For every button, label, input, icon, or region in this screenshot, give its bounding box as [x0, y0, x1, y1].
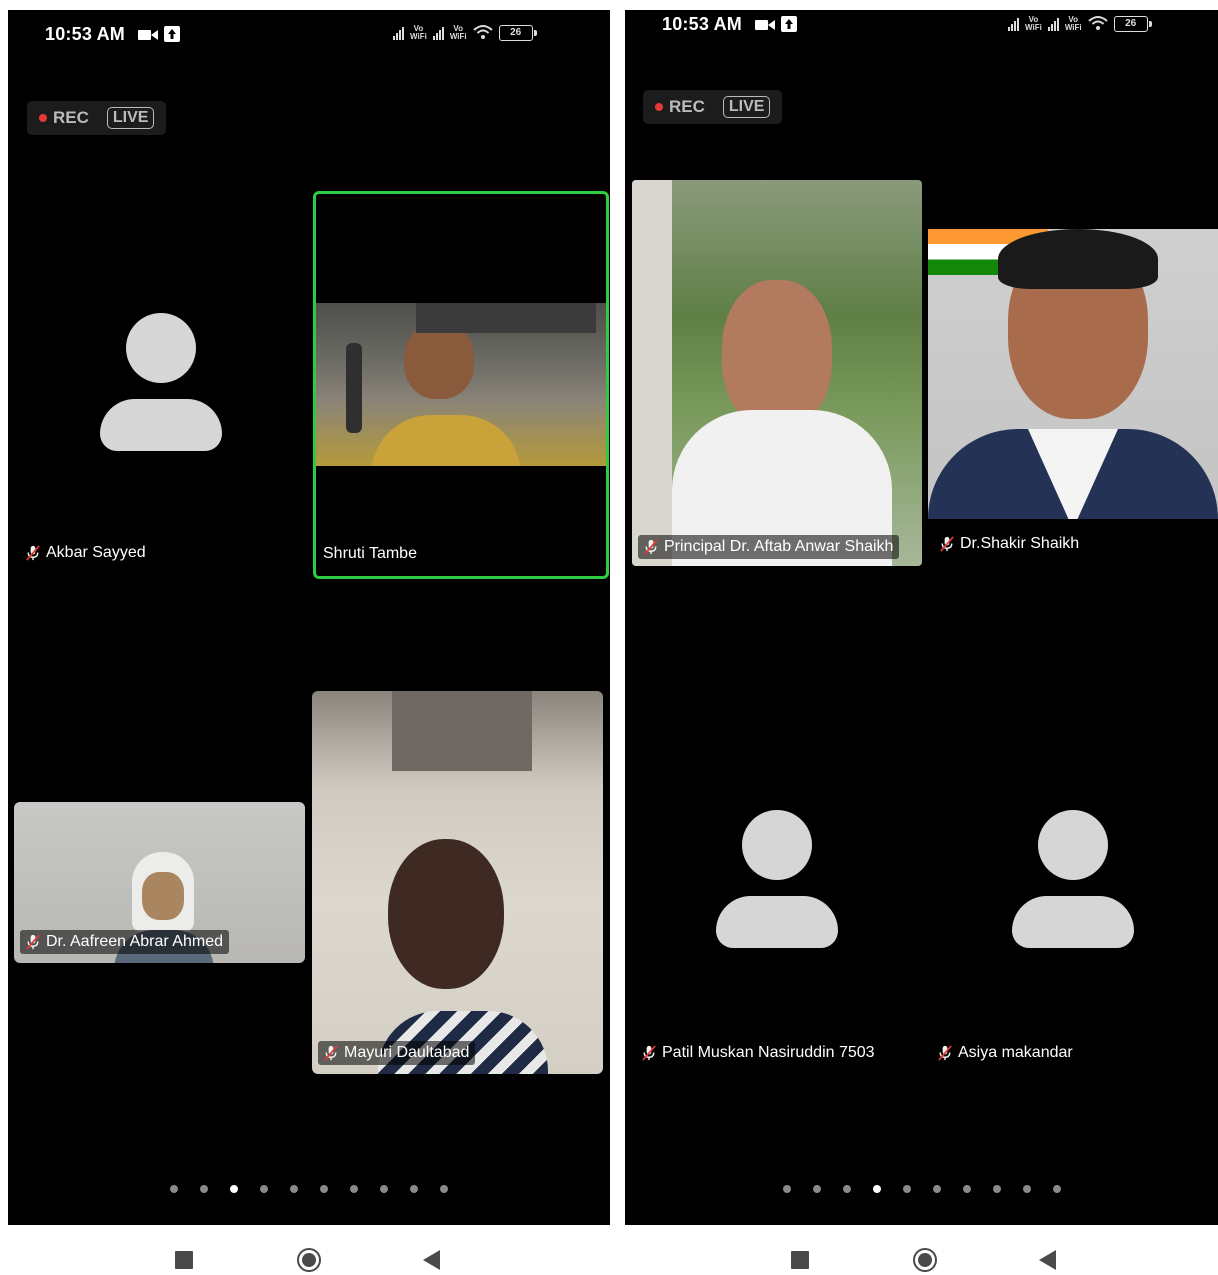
rec-label: REC [669, 97, 705, 116]
participant-name: Asiya makandar [958, 1044, 1073, 1061]
participant-name: Dr.Shakir Shaikh [960, 535, 1080, 552]
page-dot[interactable] [902, 1185, 911, 1193]
status-bar: 10:53 AM Vo WiFi Vo WiFi 26 [8, 10, 610, 60]
rec-dot-icon [655, 103, 663, 111]
page-indicator[interactable] [8, 1185, 610, 1193]
participant-name: Akbar Sayyed [46, 544, 146, 561]
mic-muted-icon [323, 1045, 339, 1061]
page-dot[interactable] [962, 1185, 971, 1193]
signal-icon [1008, 17, 1019, 31]
vowifi-icon: Vo WiFi [1064, 15, 1082, 32]
person-avatar-icon [100, 313, 222, 453]
video-camera-icon [138, 28, 158, 46]
participant-tile[interactable]: Akbar Sayyed [12, 192, 308, 582]
back-triangle-icon[interactable] [1039, 1250, 1056, 1270]
page-dot[interactable] [380, 1185, 388, 1193]
android-nav-bar [791, 1245, 1061, 1275]
recents-square-icon[interactable] [175, 1251, 193, 1269]
back-triangle-icon[interactable] [423, 1250, 440, 1270]
page-dot[interactable] [410, 1185, 418, 1193]
signal-icon [1047, 17, 1059, 31]
page-dot-active[interactable] [230, 1185, 238, 1193]
participant-name: Shruti Tambe [323, 545, 417, 562]
status-time: 10:53 AM [45, 24, 125, 44]
home-circle-icon[interactable] [913, 1248, 937, 1272]
android-nav-bar [175, 1245, 445, 1275]
mic-muted-icon [641, 1045, 657, 1061]
participant-video [316, 303, 606, 466]
meeting-screen-right: 10:53 AM Vo WiFi Vo WiFi 26 REC LIVE Pri… [625, 10, 1218, 1225]
page-dot[interactable] [842, 1185, 851, 1193]
upload-icon [781, 16, 797, 37]
participant-tile[interactable]: Dr. Aafreen Abrar Ahmed [14, 802, 305, 963]
page-dot[interactable] [782, 1185, 791, 1193]
recording-indicator[interactable]: REC LIVE [27, 101, 167, 135]
participant-tile[interactable]: Principal Dr. Aftab Anwar Shaikh [632, 180, 922, 566]
vowifi-icon: Vo WiFi [1025, 15, 1042, 32]
vowifi-icon: Vo WiFi [449, 24, 467, 41]
mic-muted-icon [937, 1045, 953, 1061]
page-dot[interactable] [170, 1185, 178, 1193]
participant-name: Mayuri Daultabad [344, 1044, 470, 1061]
mic-muted-icon [25, 545, 41, 561]
page-indicator[interactable] [625, 1185, 1218, 1193]
person-avatar-icon [716, 810, 838, 950]
participant-video [312, 691, 603, 1074]
participant-name: Patil Muskan Nasiruddin 7503 [662, 1044, 875, 1061]
participant-name: Dr. Aafreen Abrar Ahmed [46, 933, 223, 950]
wifi-icon [472, 24, 493, 42]
battery-icon: 26 [498, 25, 537, 41]
mic-muted-icon [25, 934, 41, 950]
page-dot[interactable] [290, 1185, 298, 1193]
battery-icon: 26 [1113, 16, 1152, 32]
page-dot[interactable] [1052, 1185, 1061, 1193]
participant-video [928, 229, 1218, 519]
page-dot[interactable] [1022, 1185, 1031, 1193]
upload-icon [164, 26, 180, 47]
rec-dot-icon [39, 114, 47, 122]
page-dot[interactable] [200, 1185, 208, 1193]
vowifi-icon: Vo WiFi [410, 24, 427, 41]
person-avatar-icon [1012, 810, 1134, 950]
mic-muted-icon [939, 536, 955, 552]
mic-muted-icon [643, 539, 659, 555]
page-dot-active[interactable] [872, 1185, 881, 1193]
page-dot[interactable] [260, 1185, 268, 1193]
page-dot[interactable] [440, 1185, 448, 1193]
recents-square-icon[interactable] [791, 1251, 809, 1269]
participant-name: Principal Dr. Aftab Anwar Shaikh [664, 538, 894, 555]
status-bar: 10:53 AM Vo WiFi Vo WiFi 26 [625, 10, 1218, 60]
page-dot[interactable] [812, 1185, 821, 1193]
wifi-icon [1087, 15, 1108, 33]
live-badge: LIVE [106, 107, 155, 129]
participant-tile[interactable]: Patil Muskan Nasiruddin 7503 [632, 690, 922, 1080]
signal-icon [393, 26, 404, 40]
meeting-screen-left: 10:53 AM Vo WiFi Vo WiFi 26 REC LIVE Akb… [8, 10, 610, 1225]
video-camera-icon [755, 18, 775, 36]
status-time: 10:53 AM [662, 14, 742, 34]
participant-tile[interactable]: Dr.Shakir Shaikh [928, 229, 1218, 566]
participant-tile-active-speaker[interactable]: Shruti Tambe [313, 191, 609, 579]
page-dot[interactable] [350, 1185, 358, 1193]
recording-indicator[interactable]: REC LIVE [643, 90, 783, 124]
page-dot[interactable] [932, 1185, 941, 1193]
home-circle-icon[interactable] [297, 1248, 321, 1272]
participant-tile[interactable]: Asiya makandar [928, 690, 1218, 1080]
rec-label: REC [53, 108, 89, 127]
signal-icon [432, 26, 444, 40]
participant-tile[interactable]: Mayuri Daultabad [312, 691, 603, 1074]
participant-video [632, 180, 922, 566]
live-badge: LIVE [722, 96, 771, 118]
page-dot[interactable] [320, 1185, 328, 1193]
page-dot[interactable] [992, 1185, 1001, 1193]
